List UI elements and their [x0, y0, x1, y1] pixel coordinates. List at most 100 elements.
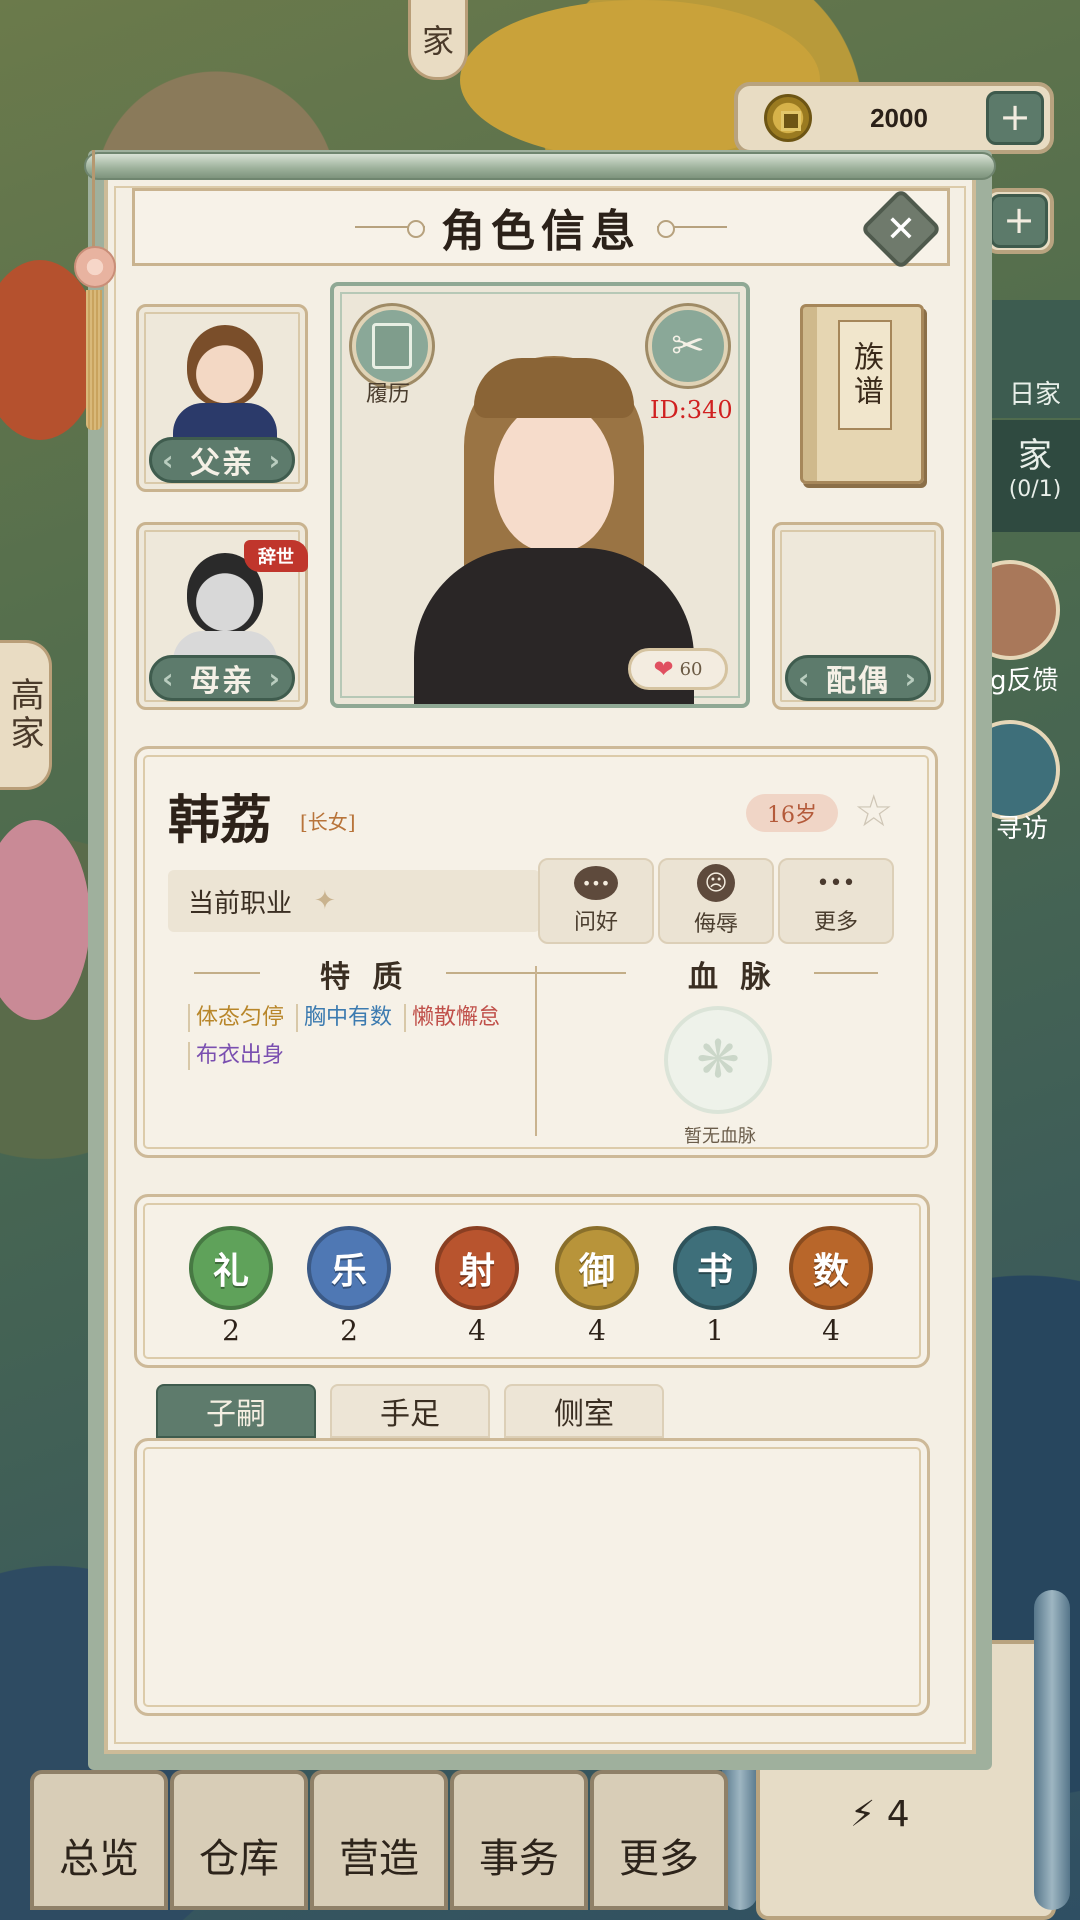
character-name: 韩荔 [168, 790, 273, 851]
music-icon: 乐 [307, 1226, 391, 1310]
nav-overview[interactable]: 总览 [30, 1770, 168, 1910]
side-visit-family-button[interactable]: 日家 [990, 300, 1080, 418]
more-actions-button[interactable]: ••• 更多 [778, 858, 894, 944]
side-label-feedback: g反馈 [990, 666, 1059, 696]
trait-list: 体态匀停 胸中有数 懒散懈怠 布衣出身 [188, 1004, 528, 1070]
greet-label: 问好 [573, 910, 618, 935]
resume-label: 履历 [366, 382, 411, 407]
traits-title: 特 质 [320, 960, 409, 995]
traits-ornament-left [194, 972, 260, 974]
charioteering-value: 4 [588, 1314, 606, 1347]
energy-value: ⚡ 4 [850, 1794, 910, 1835]
scroll-rod-right [1034, 1590, 1070, 1910]
current-job-bar[interactable]: 当前职业 ✦ [168, 870, 540, 932]
attribute-mathematics[interactable]: 数 4 [788, 1226, 874, 1347]
mother-label: 母亲 [149, 655, 295, 701]
trait-tag[interactable]: 胸中有数 [296, 1004, 400, 1032]
mathematics-icon: 数 [789, 1226, 873, 1310]
rites-icon: 礼 [189, 1226, 273, 1310]
attribute-calligraphy[interactable]: 书 1 [672, 1226, 758, 1347]
spouse-card[interactable]: 配偶 [772, 522, 944, 710]
flower-ornament-icon [74, 246, 116, 288]
add-resource-button[interactable]: + [984, 188, 1054, 254]
attribute-charioteering[interactable]: 御 4 [554, 1226, 640, 1347]
attribute-archery[interactable]: 射 4 [434, 1226, 520, 1347]
side-label-visit-family: 日家 [1008, 380, 1061, 410]
angry-face-icon: ☹ [697, 864, 735, 902]
calligraphy-value: 1 [706, 1314, 724, 1347]
plus-icon: + [990, 194, 1048, 248]
tab-siblings[interactable]: 手足 [330, 1384, 490, 1438]
favorite-star-icon[interactable]: ☆ [854, 786, 893, 837]
nav-more[interactable]: 更多 [590, 1770, 728, 1910]
section-divider [535, 966, 537, 1136]
speech-icon: ••• [574, 866, 618, 900]
currency-value: 2000 [870, 102, 928, 133]
rites-value: 2 [222, 1314, 240, 1347]
heart-icon: ❤ [653, 655, 674, 683]
phoenix-emblem-icon: ❋ [664, 1006, 772, 1114]
age-badge: 16岁 [746, 794, 838, 832]
insult-button[interactable]: ☹ 侮辱 [658, 858, 774, 944]
calligraphy-icon: 书 [673, 1226, 757, 1310]
tab-concubines[interactable]: 侧室 [504, 1384, 664, 1438]
resume-button[interactable] [352, 306, 432, 386]
charioteering-icon: 御 [555, 1226, 639, 1310]
add-currency-button[interactable]: + [986, 91, 1044, 145]
panel-title: 角色信息 [441, 206, 641, 257]
genealogy-book-label: 族谱 [838, 320, 892, 430]
bottom-nav: 总览 仓库 营造 事务 更多 [30, 1770, 730, 1910]
side-label-visit: 寻访 [996, 814, 1049, 844]
archery-value: 4 [468, 1314, 486, 1347]
appearance-button[interactable]: ✂ [648, 306, 728, 386]
insult-label: 侮辱 [693, 912, 738, 937]
deceased-badge: 辞世 [244, 540, 308, 572]
nav-affairs[interactable]: 事务 [450, 1770, 588, 1910]
nav-construction[interactable]: 营造 [310, 1770, 448, 1910]
panel-title-bar: 角色信息 [132, 188, 950, 266]
bloodline-ornament-right [814, 972, 878, 974]
nav-warehouse[interactable]: 仓库 [170, 1770, 308, 1910]
side-label-family: 家 [1018, 436, 1052, 476]
affection-pill: ❤ 60 [628, 648, 728, 690]
copper-coin-icon [764, 94, 812, 142]
trait-tag[interactable]: 体态匀停 [188, 1004, 292, 1032]
mathematics-value: 4 [822, 1314, 840, 1347]
trait-tag[interactable]: 布衣出身 [188, 1042, 292, 1070]
side-family-tab[interactable]: 高家 [0, 640, 52, 790]
divider-ornament-icon: ✦ [314, 886, 336, 916]
job-label: 当前职业 [188, 888, 293, 919]
side-family-count: 家 (0/1) [990, 420, 1080, 532]
tab-content-area [134, 1438, 930, 1716]
attribute-rites[interactable]: 礼 2 [188, 1226, 274, 1347]
more-icon: ••• [816, 870, 856, 896]
title-ornament-left [355, 220, 425, 238]
close-icon: ✕ [885, 208, 917, 250]
greet-button[interactable]: ••• 问好 [538, 858, 654, 944]
currency-bar: 2000 + [734, 82, 1054, 154]
character-rank: [长女] [300, 810, 356, 834]
scroll-top-rod [84, 152, 996, 180]
portrait-braid [474, 358, 634, 418]
music-value: 2 [340, 1314, 358, 1347]
bloodline-title: 血 脉 [688, 960, 777, 995]
archery-icon: 射 [435, 1226, 519, 1310]
more-label: 更多 [813, 910, 858, 935]
attribute-music[interactable]: 乐 2 [306, 1226, 392, 1347]
affection-value: 60 [679, 658, 703, 680]
scroll-icon [372, 323, 412, 369]
spouse-label: 配偶 [785, 655, 931, 701]
title-ornament-right [657, 220, 727, 238]
trait-tag[interactable]: 懒散懈怠 [404, 1004, 508, 1032]
no-bloodline-text: 暂无血脉 [684, 1126, 756, 1147]
tassel-cord [92, 150, 95, 260]
portrait-face [494, 402, 614, 552]
tassel-fringe [86, 290, 102, 430]
father-card[interactable]: 父亲 [136, 304, 308, 492]
scissors-comb-icon: ✂ [671, 323, 705, 369]
side-label-count: (0/1) [1008, 477, 1062, 502]
father-label: 父亲 [149, 437, 295, 483]
top-family-tab[interactable]: 家 [408, 0, 468, 80]
father-avatar [187, 325, 263, 407]
tab-children[interactable]: 子嗣 [156, 1384, 316, 1438]
